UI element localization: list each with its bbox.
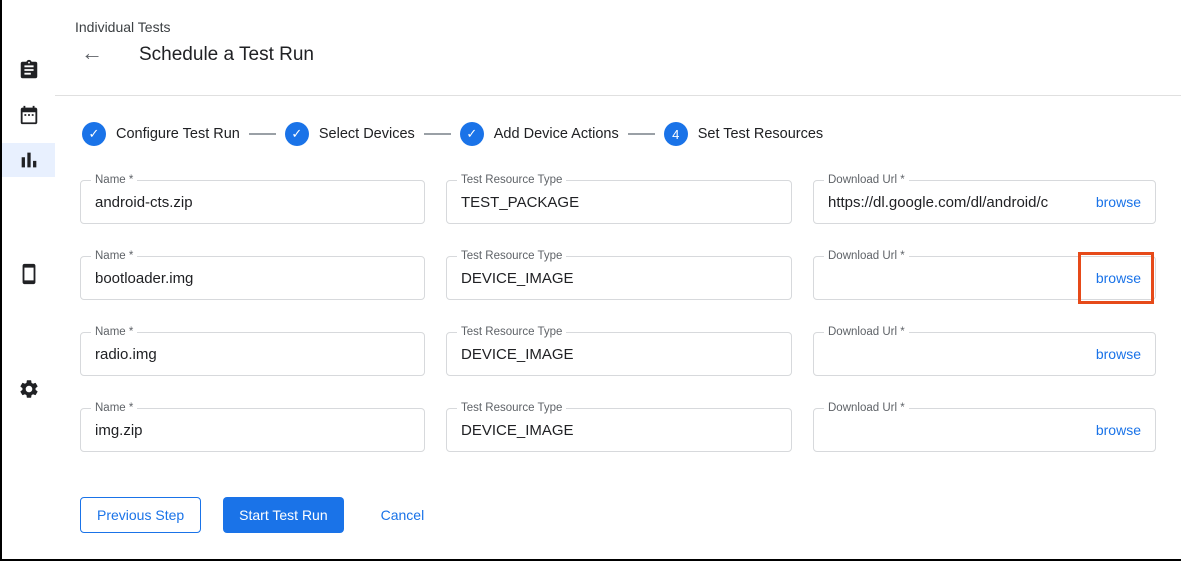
url-field-4[interactable]: Download Url * browse: [813, 408, 1156, 452]
sidebar-item-test-runs[interactable]: [2, 143, 55, 177]
type-field-value: DEVICE_IMAGE: [461, 270, 777, 287]
name-field-label: Name *: [91, 402, 137, 414]
name-field-3[interactable]: Name * radio.img: [80, 332, 425, 376]
step-number: 4: [664, 122, 688, 146]
header-divider: [55, 95, 1181, 96]
type-field-value: DEVICE_IMAGE: [461, 346, 777, 363]
browse-link-2[interactable]: browse: [1096, 270, 1141, 286]
schedule-test-run-page: Individual Tests ← Schedule a Test Run ✓…: [0, 0, 1181, 561]
check-icon: ✓: [460, 122, 484, 146]
step-connector: [424, 133, 451, 135]
type-field-label: Test Resource Type: [457, 174, 566, 186]
browse-link-4[interactable]: browse: [1096, 422, 1141, 438]
page-title: Schedule a Test Run: [139, 44, 314, 66]
sidebar-item-devices[interactable]: [2, 257, 55, 291]
name-field-2[interactable]: Name * bootloader.img: [80, 256, 425, 300]
test-resources-form: Name * android-cts.zip Test Resource Typ…: [80, 180, 1156, 452]
url-field-1[interactable]: Download Url * https://dl.google.com/dl/…: [813, 180, 1156, 224]
type-field-1[interactable]: Test Resource Type TEST_PACKAGE: [446, 180, 792, 224]
type-field-value: DEVICE_IMAGE: [461, 422, 777, 439]
name-field-value: android-cts.zip: [95, 194, 410, 211]
url-field-value: https://dl.google.com/dl/android/c: [828, 194, 1090, 211]
form-actions: Previous Step Start Test Run Cancel: [80, 497, 424, 533]
schedule-icon: [18, 104, 40, 126]
step-set-test-resources[interactable]: 4 Set Test Resources: [664, 122, 823, 146]
test-runs-icon: [18, 149, 40, 171]
step-label: Configure Test Run: [116, 126, 240, 142]
url-field-2[interactable]: Download Url * browse: [813, 256, 1156, 300]
url-field-label: Download Url *: [824, 402, 909, 414]
type-field-2[interactable]: Test Resource Type DEVICE_IMAGE: [446, 256, 792, 300]
devices-icon: [18, 263, 40, 285]
tests-icon: [18, 59, 40, 81]
name-field-4[interactable]: Name * img.zip: [80, 408, 425, 452]
check-icon: ✓: [82, 122, 106, 146]
back-arrow-icon[interactable]: ←: [81, 42, 103, 64]
name-field-value: bootloader.img: [95, 270, 410, 287]
type-field-4[interactable]: Test Resource Type DEVICE_IMAGE: [446, 408, 792, 452]
name-field-value: radio.img: [95, 346, 410, 363]
start-test-run-button[interactable]: Start Test Run: [223, 497, 343, 533]
step-connector: [249, 133, 276, 135]
type-field-label: Test Resource Type: [457, 402, 566, 414]
browse-link-3[interactable]: browse: [1096, 346, 1141, 362]
step-label: Set Test Resources: [698, 126, 823, 142]
type-field-3[interactable]: Test Resource Type DEVICE_IMAGE: [446, 332, 792, 376]
step-label: Select Devices: [319, 126, 415, 142]
type-field-label: Test Resource Type: [457, 326, 566, 338]
step-label: Add Device Actions: [494, 126, 619, 142]
name-field-label: Name *: [91, 250, 137, 262]
browse-link-1[interactable]: browse: [1096, 194, 1141, 210]
settings-icon: [18, 378, 40, 400]
name-field-1[interactable]: Name * android-cts.zip: [80, 180, 425, 224]
type-field-value: TEST_PACKAGE: [461, 194, 777, 211]
step-select-devices[interactable]: ✓ Select Devices: [285, 122, 415, 146]
step-add-device-actions[interactable]: ✓ Add Device Actions: [460, 122, 619, 146]
cancel-button[interactable]: Cancel: [381, 497, 425, 533]
url-field-label: Download Url *: [824, 326, 909, 338]
type-field-label: Test Resource Type: [457, 250, 566, 262]
name-field-value: img.zip: [95, 422, 410, 439]
sidebar: [2, 0, 55, 559]
url-field-label: Download Url *: [824, 250, 909, 262]
sidebar-item-schedule[interactable]: [2, 98, 55, 132]
step-connector: [628, 133, 655, 135]
step-configure-test-run[interactable]: ✓ Configure Test Run: [82, 122, 240, 146]
url-field-3[interactable]: Download Url * browse: [813, 332, 1156, 376]
name-field-label: Name *: [91, 326, 137, 338]
stepper: ✓ Configure Test Run ✓ Select Devices ✓ …: [82, 122, 823, 146]
check-icon: ✓: [285, 122, 309, 146]
url-field-label: Download Url *: [824, 174, 909, 186]
sidebar-item-tests[interactable]: [2, 53, 55, 87]
previous-step-button[interactable]: Previous Step: [80, 497, 201, 533]
sidebar-item-settings[interactable]: [2, 372, 55, 406]
breadcrumb: Individual Tests: [75, 19, 170, 35]
name-field-label: Name *: [91, 174, 137, 186]
